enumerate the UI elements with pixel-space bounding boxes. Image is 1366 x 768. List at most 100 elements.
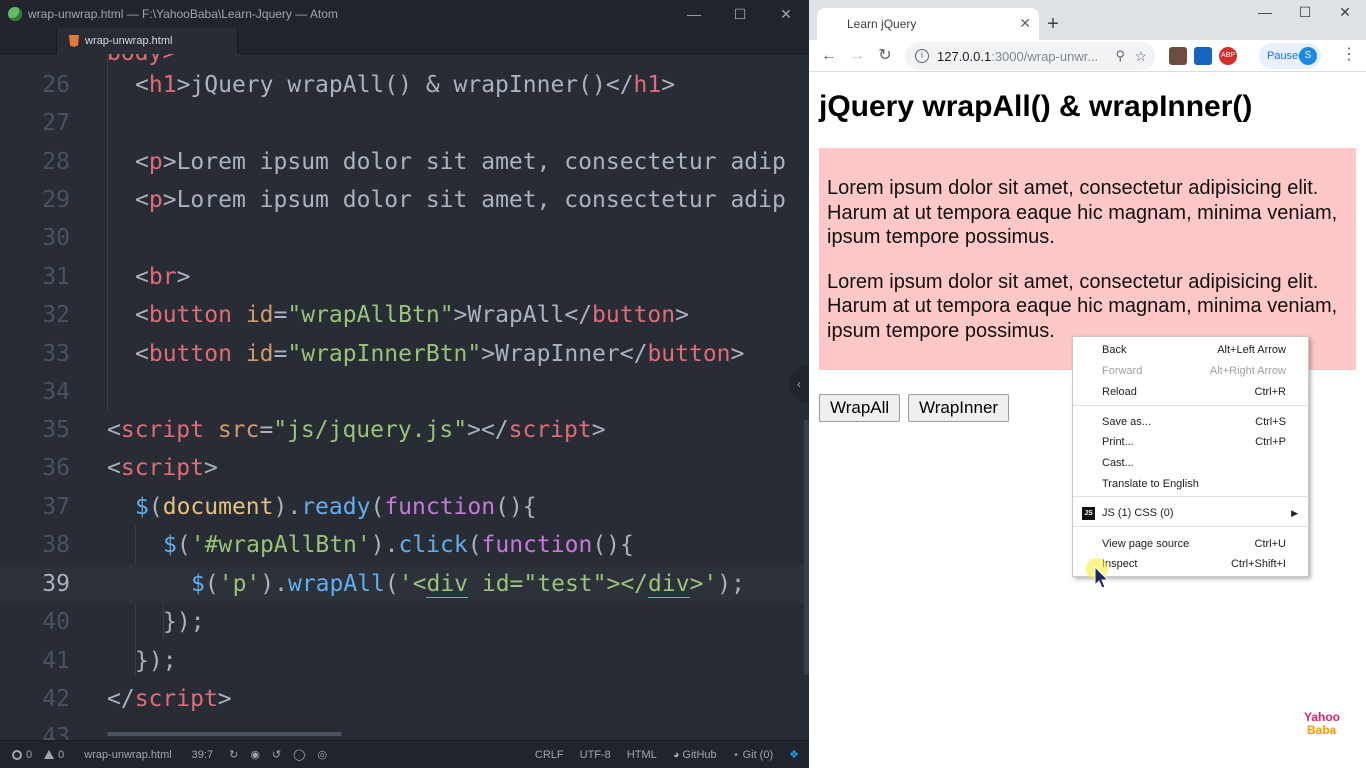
zoom-icon[interactable]: ⚲	[1115, 48, 1125, 64]
address-bar[interactable]: i 127.0.0.1 :3000/wrap-unwr... ⚲ ☆	[905, 42, 1155, 70]
line-number: 32	[42, 302, 70, 328]
wrapall-button[interactable]: WrapAll	[819, 394, 901, 422]
yahoobaba-logo: Yahoo Baba	[1304, 710, 1341, 737]
eyedropper-extension-icon[interactable]	[1169, 47, 1187, 65]
github-button[interactable]: ◕ GitHub	[673, 749, 717, 761]
git-button[interactable]: ⋆ Git (0)	[732, 748, 773, 762]
bookmark-star-icon[interactable]: ☆	[1134, 48, 1147, 65]
js-extension-icon: JS	[1082, 506, 1095, 520]
editor-tab-label: wrap-unwrap.html	[85, 35, 173, 47]
maximize-icon[interactable]: ☐	[1285, 4, 1325, 28]
compass-icon[interactable]: ◎	[317, 748, 327, 761]
line-number: 36	[42, 455, 70, 481]
back-arrow-icon[interactable]: ←	[817, 44, 841, 68]
reload-icon[interactable]: ↻	[873, 44, 897, 68]
line-number: 26	[42, 72, 70, 98]
menu-divider	[1073, 405, 1308, 406]
editor-tab[interactable]: wrap-unwrap.html	[56, 28, 238, 54]
code-line: 36 <script>	[0, 449, 809, 487]
grammar-selector[interactable]: HTML	[627, 749, 657, 761]
line-number: 29	[42, 187, 70, 213]
new-tab-button[interactable]: +	[1041, 12, 1065, 36]
code-text: $('#wrapAllBtn').click(function(){	[163, 532, 634, 558]
line-number: 41	[42, 648, 70, 674]
line-number: 42	[42, 686, 70, 712]
page-heading: jQuery wrapAll() & wrapInner()	[819, 90, 1253, 123]
forward-arrow-icon[interactable]: →	[845, 44, 869, 68]
close-icon[interactable]: ✕	[1325, 4, 1365, 28]
code-line: 30	[0, 219, 809, 257]
code-line-active: 39 $('p').wrapAll('<div id="test"></div>…	[0, 565, 809, 603]
wrapinner-button[interactable]: WrapInner	[908, 394, 1010, 422]
status-file-path[interactable]: wrap-unwrap.html	[84, 749, 171, 761]
menu-divider	[1073, 496, 1308, 497]
code-line: 27	[0, 104, 809, 142]
menu-item-print[interactable]: Print... Ctrl+P	[1073, 432, 1308, 452]
error-icon	[12, 749, 22, 760]
code-line: 29 <p>Lorem ipsum dolor sit amet, consec…	[0, 181, 809, 219]
adblock-extension-icon[interactable]: ABP	[1219, 47, 1237, 65]
menu-item-save-as[interactable]: Save as... Ctrl+S	[1073, 412, 1308, 432]
paragraph: Lorem ipsum dolor sit amet, consectetur …	[827, 270, 1338, 342]
code-line: 35 <script src="js/jquery.js"></script>	[0, 411, 809, 449]
status-bar: 0 0 wrap-unwrap.html 39:7 ↻ ◉ ↺ ◯ ◎ CRLF…	[0, 740, 809, 768]
live-server-icon[interactable]: ↻	[229, 748, 238, 761]
code-line: 28 <p>Lorem ipsum dolor sit amet, consec…	[0, 143, 809, 181]
context-menu: Back Alt+Left Arrow Forward Alt+Right Arro…	[1072, 336, 1309, 577]
menu-item-translate[interactable]: Translate to English	[1073, 474, 1308, 494]
chrome-icon[interactable]: ◉	[250, 748, 260, 761]
code-fragment: body>	[107, 54, 176, 66]
github-icon: ◕	[672, 748, 680, 761]
refresh-icon[interactable]: ↺	[272, 748, 281, 761]
cursor-position[interactable]: 39:7	[192, 749, 213, 761]
maximize-icon[interactable]: ☐	[717, 0, 763, 28]
code-text: });	[163, 609, 205, 635]
menu-item-cast[interactable]: Cast...	[1073, 453, 1308, 473]
line-number: 33	[42, 341, 70, 367]
code-text: <button id="wrapInnerBtn">WrapInner</but…	[135, 341, 745, 367]
code-text: <script>	[107, 455, 218, 481]
html5-file-icon	[69, 35, 79, 47]
tab-close-icon[interactable]: ✕	[1019, 15, 1031, 32]
atom-tabbar: wrap-unwrap.html	[0, 28, 809, 54]
close-icon[interactable]: ✕	[763, 0, 809, 28]
code-text: <p>Lorem ipsum dolor sit amet, consectet…	[135, 187, 786, 213]
minimize-icon[interactable]: —	[671, 0, 717, 28]
site-info-icon[interactable]: i	[915, 49, 929, 63]
download-extension-icon[interactable]	[1194, 47, 1212, 65]
menu-item-view-source[interactable]: View page source Ctrl+U	[1073, 534, 1308, 554]
atom-app-icon	[8, 7, 22, 21]
menu-item-forward[interactable]: Forward Alt+Right Arrow	[1073, 361, 1308, 381]
encoding-selector[interactable]: UTF-8	[580, 749, 611, 761]
code-line: 31 <br>	[0, 258, 809, 296]
git-commit-icon: ⋆	[732, 749, 740, 761]
horizontal-scrollbar[interactable]	[107, 732, 342, 736]
code-line: 32 <button id="wrapAllBtn">WrapAll</butt…	[0, 296, 809, 334]
line-number: 39	[42, 571, 70, 597]
code-text: $(document).ready(function(){	[135, 494, 537, 520]
minimize-icon[interactable]: —	[1245, 4, 1285, 28]
bird-icon[interactable]: ❖	[789, 748, 799, 761]
menu-item-back[interactable]: Back Alt+Left Arrow	[1073, 340, 1308, 360]
code-line: 26 <h1>jQuery wrapAll() & wrapInner()</h…	[0, 66, 809, 104]
browser-tab[interactable]: Learn jQuery ✕	[817, 8, 1039, 40]
menu-item-js-css[interactable]: JS JS (1) CSS (0) ▶	[1073, 503, 1308, 523]
chrome-tabstrip: Learn jQuery ✕ + — ☐ ✕	[809, 0, 1366, 40]
submenu-arrow-icon: ▶	[1291, 507, 1298, 518]
line-number: 28	[42, 149, 70, 175]
line-number: 35	[42, 417, 70, 443]
code-text: });	[135, 648, 177, 674]
atom-window-title: wrap-unwrap.html — F:\YahooBaba\Learn-Jq…	[28, 7, 338, 21]
error-count[interactable]: 0	[12, 749, 32, 761]
profile-paused-button[interactable]: Paused S	[1259, 43, 1321, 69]
menu-item-reload[interactable]: Reload Ctrl+R	[1073, 382, 1308, 402]
warning-icon	[44, 750, 55, 759]
chrome-toolbar: ← → ↻ i 127.0.0.1 :3000/wrap-unwr... ⚲ ☆…	[809, 40, 1366, 72]
line-ending-selector[interactable]: CRLF	[535, 749, 564, 761]
more-menu-icon[interactable]: ⋮	[1341, 44, 1357, 64]
warning-count[interactable]: 0	[44, 749, 64, 761]
menu-divider	[1073, 526, 1308, 527]
line-number: 30	[42, 225, 70, 251]
browser-icon[interactable]: ◯	[293, 748, 305, 761]
code-editor[interactable]: body> 26 <h1>jQuery wrapAll() & wrapInne…	[0, 54, 809, 740]
